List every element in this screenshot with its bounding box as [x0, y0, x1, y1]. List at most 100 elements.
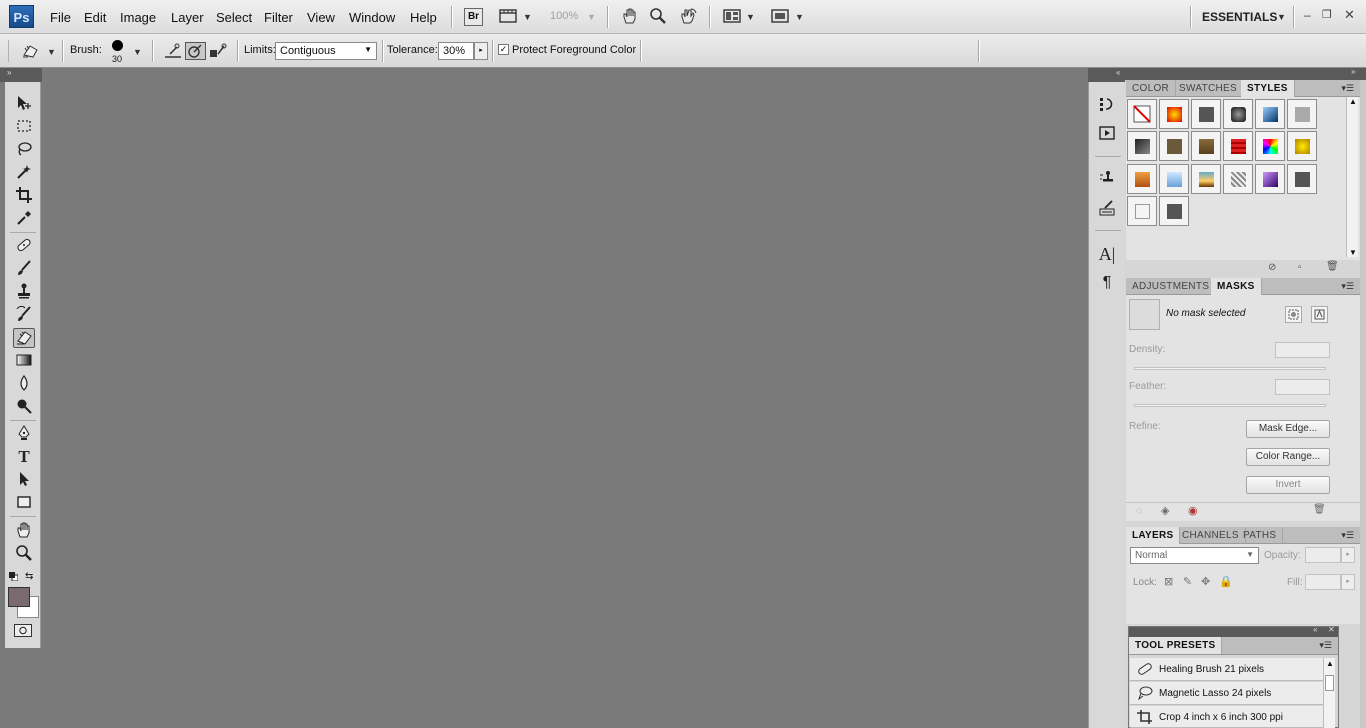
blend-mode-dropdown[interactable]: Normal ▼ — [1130, 547, 1259, 564]
tab-swatches[interactable]: SWATCHES — [1173, 80, 1244, 97]
style-swatch[interactable] — [1191, 99, 1221, 129]
default-colors-icon[interactable] — [9, 572, 19, 582]
style-swatch[interactable] — [1127, 164, 1157, 194]
toolbox-header[interactable]: » — [0, 68, 42, 82]
clone-stamp-tool-icon[interactable] — [13, 282, 35, 302]
limits-dropdown[interactable]: Contiguous ▼ — [275, 42, 377, 60]
style-swatch[interactable] — [1159, 164, 1189, 194]
style-swatch-none[interactable] — [1127, 99, 1157, 129]
tab-masks[interactable]: MASKS — [1211, 278, 1262, 295]
quick-selection-tool-icon[interactable] — [13, 163, 35, 183]
mini-bridge-icon[interactable] — [498, 7, 518, 28]
vector-mask-button[interactable] — [1311, 306, 1328, 323]
menu-help[interactable]: Help — [410, 10, 437, 25]
actions-panel-icon[interactable] — [1096, 124, 1118, 146]
expand-panel-icon[interactable]: » — [7, 68, 11, 77]
tab-channels[interactable]: CHANNELS — [1176, 527, 1246, 544]
pen-tool-icon[interactable] — [13, 424, 35, 444]
zoom-tool-icon[interactable] — [13, 544, 35, 564]
close-icon[interactable]: ✕ — [1344, 7, 1355, 23]
tab-adjustments[interactable]: ADJUSTMENTS — [1126, 278, 1217, 295]
lasso-tool-icon[interactable] — [13, 140, 35, 160]
screen-mode-icon[interactable] — [770, 7, 790, 28]
tool-preset-item[interactable]: Crop 4 inch x 6 inch 300 ppi — [1130, 706, 1323, 728]
move-tool-icon[interactable] — [13, 94, 35, 114]
healing-brush-tool-icon[interactable] — [13, 236, 35, 256]
invert-button[interactable]: Invert — [1246, 476, 1330, 494]
path-selection-tool-icon[interactable] — [13, 470, 35, 490]
menu-file[interactable]: File — [50, 10, 71, 25]
menu-edit[interactable]: Edit — [84, 10, 106, 25]
menu-layer[interactable]: Layer — [171, 10, 204, 25]
crop-tool-icon[interactable] — [13, 186, 35, 206]
scroll-down-icon[interactable]: ▼ — [1349, 248, 1357, 257]
tab-color[interactable]: COLOR — [1126, 80, 1177, 97]
lock-all-icon[interactable]: 🔒 — [1219, 575, 1233, 588]
tool-presets-scrollbar[interactable]: ▲ — [1323, 658, 1335, 728]
trash-icon[interactable]: 🗑 — [1313, 504, 1326, 515]
style-swatch[interactable] — [1127, 196, 1157, 226]
zoom-level[interactable]: 100% — [550, 10, 578, 22]
chevron-down-icon[interactable]: ▼ — [795, 12, 804, 22]
lock-position-icon[interactable]: ✥ — [1201, 575, 1210, 588]
menu-image[interactable]: Image — [120, 10, 156, 25]
collapse-panel-icon[interactable]: » — [1351, 67, 1355, 76]
rotate-view-icon[interactable] — [678, 7, 698, 28]
menu-view[interactable]: View — [307, 10, 335, 25]
tolerance-slider-toggle[interactable]: ▸ — [474, 42, 488, 60]
style-swatch[interactable] — [1159, 99, 1189, 129]
background-eraser-tool-icon[interactable] — [13, 328, 35, 348]
panel-menu-icon[interactable]: ▾☰ — [1341, 83, 1354, 94]
style-swatch[interactable] — [1223, 131, 1253, 161]
quick-mask-icon[interactable] — [14, 624, 32, 637]
menu-select[interactable]: Select — [216, 10, 252, 25]
load-selection-icon[interactable]: ◌ — [1136, 505, 1143, 517]
hand-tool-icon[interactable] — [13, 521, 35, 541]
clear-style-icon[interactable]: ⊘ — [1268, 262, 1276, 273]
new-style-icon[interactable]: ▫ — [1298, 262, 1302, 273]
style-swatch[interactable] — [1255, 99, 1285, 129]
sampling-continuous-icon[interactable] — [163, 42, 183, 60]
style-swatch[interactable] — [1127, 131, 1157, 161]
chevron-down-icon[interactable]: ▼ — [1277, 12, 1286, 22]
scroll-up-icon[interactable]: ▲ — [1349, 97, 1357, 106]
styles-scrollbar[interactable]: ▲ ▼ — [1346, 97, 1358, 257]
dock-header[interactable]: « — [1088, 68, 1125, 82]
panel-menu-icon[interactable]: ▾☰ — [1319, 640, 1332, 651]
blur-tool-icon[interactable] — [13, 374, 35, 394]
style-swatch[interactable] — [1287, 164, 1317, 194]
mask-edge-button[interactable]: Mask Edge... — [1246, 420, 1330, 438]
tab-styles[interactable]: STYLES — [1241, 80, 1295, 97]
minimize-icon[interactable]: – — [1304, 8, 1311, 22]
hand-icon[interactable] — [620, 7, 640, 28]
style-swatch[interactable] — [1287, 99, 1317, 129]
chevron-down-icon[interactable]: ▼ — [133, 47, 142, 57]
panels-header[interactable]: » — [1125, 67, 1366, 80]
color-range-button[interactable]: Color Range... — [1246, 448, 1330, 466]
tool-preset-picker-icon[interactable] — [20, 42, 42, 63]
history-panel-icon[interactable] — [1096, 95, 1118, 117]
type-tool-icon[interactable]: T — [13, 447, 35, 467]
eyedropper-tool-icon[interactable] — [13, 209, 35, 229]
scroll-up-icon[interactable]: ▲ — [1326, 659, 1334, 668]
workspace-switcher[interactable]: ESSENTIALS — [1202, 10, 1277, 24]
tool-presets-header-bar[interactable]: « ✕ — [1129, 625, 1338, 637]
paragraph-panel-icon[interactable]: ¶ — [1096, 272, 1118, 294]
disable-mask-icon[interactable]: ◉ — [1188, 504, 1198, 517]
marquee-tool-icon[interactable] — [13, 117, 35, 137]
tool-preset-item[interactable]: Magnetic Lasso 24 pixels — [1130, 682, 1323, 705]
menu-filter[interactable]: Filter — [264, 10, 293, 25]
tab-tool-presets[interactable]: TOOL PRESETS — [1129, 637, 1223, 654]
style-swatch[interactable] — [1223, 164, 1253, 194]
style-swatch[interactable] — [1255, 131, 1285, 161]
clone-source-panel-icon[interactable] — [1096, 169, 1118, 191]
brush-tip-preview[interactable] — [112, 40, 123, 51]
tolerance-input[interactable]: 30% — [438, 42, 474, 60]
chevron-down-icon[interactable]: ▼ — [47, 47, 56, 57]
photoshop-logo[interactable]: Ps — [9, 5, 34, 28]
protect-foreground-checkbox[interactable]: ✓ — [498, 44, 509, 55]
gradient-tool-icon[interactable] — [13, 351, 35, 371]
style-swatch[interactable] — [1159, 196, 1189, 226]
close-icon[interactable]: ✕ — [1328, 625, 1335, 634]
sampling-background-swatch-icon[interactable] — [208, 42, 228, 60]
